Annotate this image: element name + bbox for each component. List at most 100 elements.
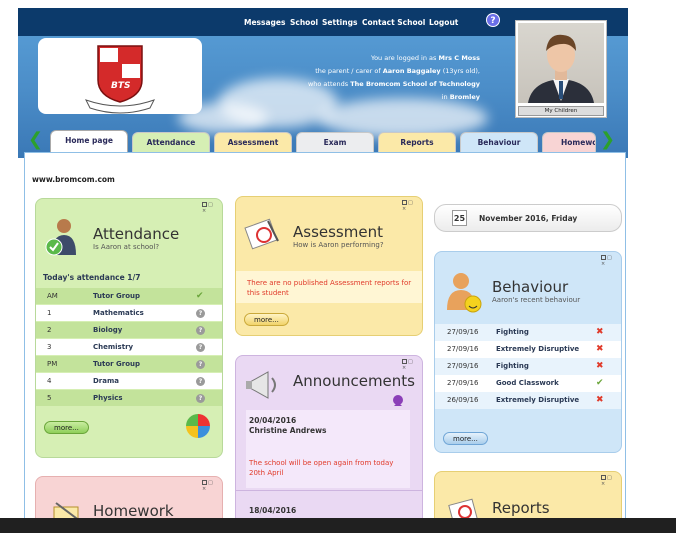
unknown-mark-icon: ? [196, 343, 205, 352]
announcements-panel: □ × Announcements 20/04/2016 Christine A… [235, 355, 423, 525]
subject-label: Chemistry [93, 343, 134, 351]
assessment-more-button[interactable]: more... [244, 313, 289, 326]
negative-cross-icon: ✖ [596, 361, 604, 371]
panel-controls-icon[interactable]: □ × [601, 475, 615, 487]
negative-cross-icon: ✖ [596, 344, 604, 354]
tab-label: Home page [65, 136, 113, 145]
help-icon[interactable]: ? [486, 13, 500, 27]
announcements-title: Announcements [293, 372, 415, 390]
user-name: Mrs C Moss [438, 54, 480, 62]
megaphone-icon [246, 371, 276, 399]
attendance-row[interactable]: PM Tutor Group? [36, 356, 222, 372]
tab-behaviour[interactable]: Behaviour [460, 132, 538, 152]
main-tabs: ❮ Home page Attendance Assessment Exam R… [18, 130, 628, 152]
panel-controls-icon[interactable]: □ × [202, 202, 216, 214]
panel-controls-icon[interactable]: □ × [402, 359, 416, 371]
behaviour-date: 27/09/16 [447, 362, 479, 370]
nav-logout-link[interactable]: Logout [429, 18, 458, 27]
behaviour-row[interactable]: 27/09/16 Extremely Disruptive ✖ [435, 341, 621, 358]
period-label: PM [47, 360, 58, 368]
attendance-row[interactable]: 4 Drama? [36, 373, 222, 389]
panel-controls-icon[interactable]: □ × [202, 480, 216, 492]
attendance-row[interactable]: 2 Biology? [36, 322, 222, 338]
child-photo-box[interactable]: My Children [515, 20, 607, 118]
tab-label: Assessment [227, 138, 279, 147]
behaviour-subtitle: Aaron's recent behaviour [492, 296, 581, 304]
subject-label: Drama [93, 377, 120, 385]
attendance-panel: □ × Attendance Is Aaron at school? Today… [35, 198, 223, 458]
site-url: www.bromcom.com [32, 175, 115, 184]
child-name: Aaron Baggaley [382, 67, 441, 75]
unknown-mark-icon: ? [196, 377, 205, 386]
logo-text: BTS [111, 81, 131, 91]
tab-reports[interactable]: Reports [378, 132, 456, 152]
attendance-more-button[interactable]: more... [44, 421, 89, 434]
assessment-message: There are no published Assessment report… [247, 279, 412, 297]
assessment-paper-icon [244, 218, 279, 250]
attendance-row[interactable]: 5 Physics? [36, 390, 222, 406]
nav-contact-school-link[interactable]: Contact School [362, 18, 425, 27]
announcement-author: Christine Andrews [249, 426, 327, 435]
subject-label: Mathematics [93, 309, 144, 317]
tab-exam[interactable]: Exam [296, 132, 374, 152]
attendance-row[interactable]: 3 Chemistry? [36, 339, 222, 355]
login-line3: who attends [307, 80, 349, 88]
behaviour-more-button[interactable]: more... [443, 432, 488, 445]
school-location: Bromley [449, 93, 480, 101]
period-label: 5 [47, 394, 52, 402]
period-label: 3 [47, 343, 52, 351]
announcement-date: 18/04/2016 [249, 506, 297, 515]
tab-label: Attendance [146, 138, 196, 147]
assessment-subtitle: How is Aaron performing? [293, 241, 384, 249]
attendance-row[interactable]: 1 Mathematics? [36, 305, 222, 321]
nav-school-link[interactable]: School [290, 18, 318, 27]
behaviour-row[interactable]: 27/09/16 Fighting ✖ [435, 358, 621, 375]
tab-label: Reports [400, 138, 434, 147]
panel-controls-icon[interactable]: □ × [402, 200, 416, 212]
positive-tick-icon: ✔ [596, 378, 604, 388]
announcement-item: 20/04/2016 Christine Andrews The school … [246, 395, 410, 488]
behaviour-date: 26/09/16 [447, 396, 479, 404]
behaviour-row[interactable]: 27/09/16 Good Classwork ✔ [435, 375, 621, 392]
attendance-subtitle: Is Aaron at school? [93, 243, 160, 251]
attendance-row[interactable]: AM Tutor Group ✔ [36, 288, 222, 304]
tab-scroll-right-icon[interactable]: ❯ [600, 130, 615, 150]
tab-home-page[interactable]: Home page [50, 130, 128, 152]
tab-attendance[interactable]: Attendance [132, 132, 210, 152]
behaviour-title: Behaviour [492, 278, 569, 296]
todays-attendance-label: Today's attendance 1/7 [43, 273, 141, 282]
subject-label: Tutor Group [93, 292, 141, 300]
unknown-mark-icon: ? [196, 309, 205, 318]
nav-messages-link[interactable]: Messages [244, 18, 285, 27]
login-line2: the parent / carer of [315, 67, 381, 75]
behaviour-row[interactable]: 26/09/16 Extremely Disruptive ✖ [435, 392, 621, 409]
tab-label: Exam [323, 138, 347, 147]
negative-cross-icon: ✖ [596, 327, 604, 337]
announcement-text: The school will be open again from today… [249, 459, 394, 477]
calendar-icon: 25 [452, 210, 467, 226]
panel-controls-icon[interactable]: □ × [601, 255, 615, 267]
behaviour-row[interactable]: 27/09/16 Fighting ✖ [435, 324, 621, 341]
behaviour-date: 27/09/16 [447, 328, 479, 336]
pie-chart-icon [186, 414, 210, 438]
behaviour-panel: □ × Behaviour Aaron's recent behaviour 2… [434, 251, 622, 453]
assessment-title: Assessment [293, 223, 383, 241]
my-children-button[interactable]: My Children [518, 106, 604, 116]
tab-scroll-left-icon[interactable]: ❮ [28, 130, 43, 150]
behaviour-date: 27/09/16 [447, 379, 479, 387]
tab-assessment[interactable]: Assessment [214, 132, 292, 152]
behaviour-person-icon [447, 273, 482, 313]
subject-label: Physics [93, 394, 123, 402]
date-widget: 25 November 2016, Friday [434, 204, 622, 232]
period-label: AM [47, 292, 58, 300]
nav-settings-link[interactable]: Settings [322, 18, 357, 27]
period-label: 1 [47, 309, 52, 317]
reports-title: Reports [492, 499, 550, 517]
login-info: You are logged in as Mrs C Moss the pare… [280, 52, 480, 104]
school-logo: BTS [38, 38, 202, 114]
tab-label: Homewo [561, 138, 596, 147]
child-photo [518, 23, 604, 103]
unknown-mark-icon: ? [196, 360, 205, 369]
tab-homework[interactable]: Homewo [542, 132, 596, 152]
unknown-mark-icon: ? [196, 394, 205, 403]
